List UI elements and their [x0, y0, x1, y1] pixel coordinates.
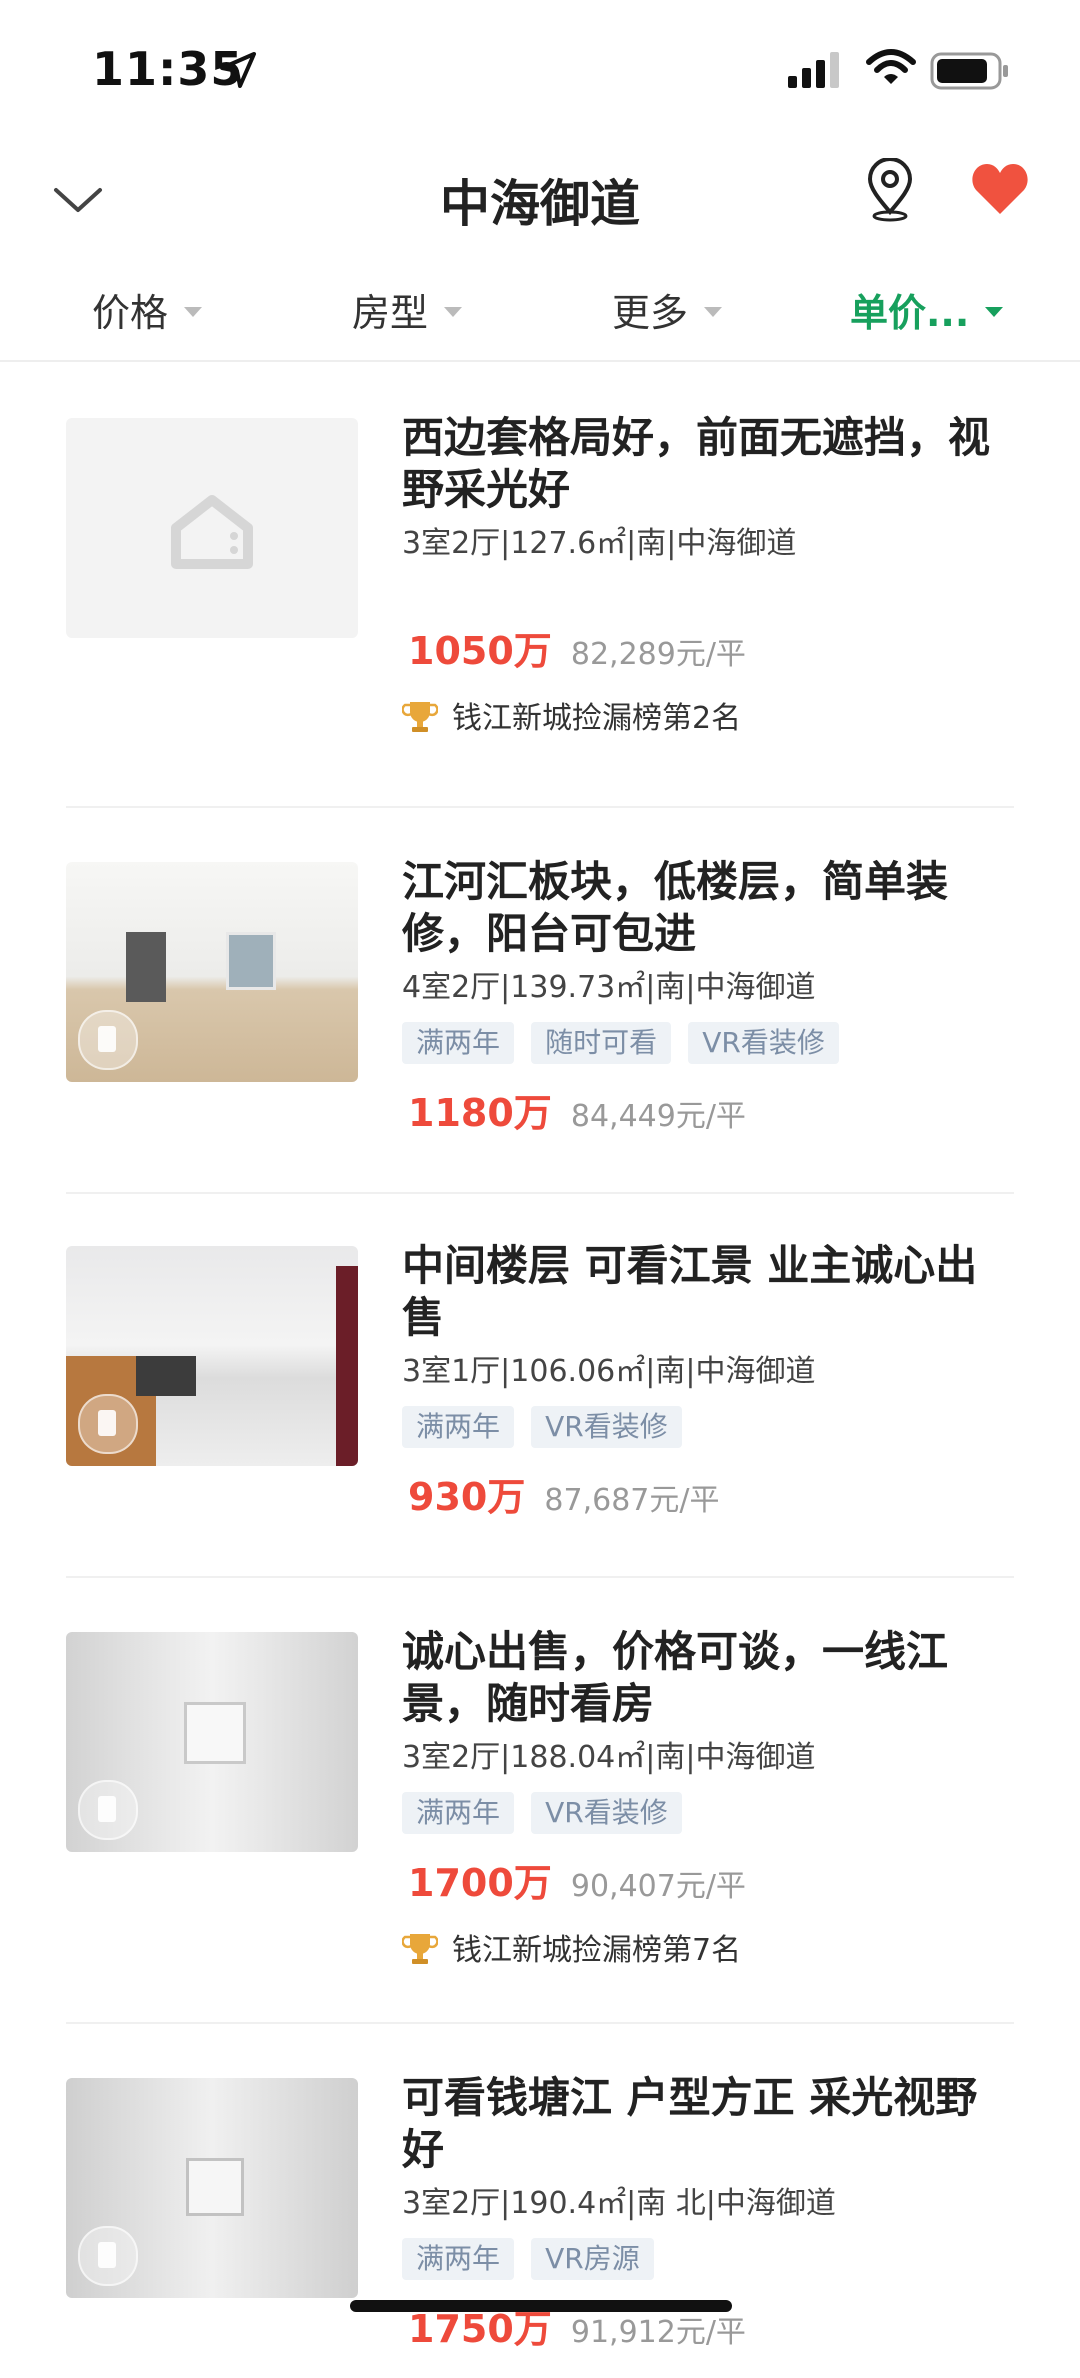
- tag: VR房源: [531, 2238, 654, 2280]
- ranking-badge[interactable]: 钱江新城捡漏榜第2名: [402, 693, 1014, 738]
- dropdown-caret-icon: [444, 306, 463, 317]
- listing-unit-price: 84,449元/平: [570, 1099, 746, 1134]
- listing-price: 1180万: [408, 1091, 552, 1135]
- tag: VR看装修: [531, 1406, 682, 1448]
- listing-price: 1050万: [408, 629, 552, 673]
- tag: 满两年: [402, 1406, 515, 1448]
- filter-label: 房型: [352, 291, 429, 335]
- favorite-heart-icon[interactable]: [970, 162, 1030, 220]
- listing-price: 930万: [408, 1475, 526, 1519]
- filter-price[interactable]: 价格: [92, 282, 203, 337]
- listing-price: 1700万: [408, 1861, 552, 1905]
- photo-window: [184, 1702, 246, 1764]
- listing-title: 中间楼层 可看江景 业主诚心出售: [402, 1241, 978, 1342]
- listing-title: 可看钱塘江 户型方正 采光视野好: [402, 2073, 978, 2174]
- photo-doorway: [126, 932, 166, 1002]
- vr-badge-icon: [78, 1394, 138, 1454]
- listing-card[interactable]: 西边套格局好，前面无遮挡，视野采光好 3室2厅|127.6㎡|南|中海御道 10…: [66, 413, 1014, 808]
- ranking-badge[interactable]: 钱江新城捡漏榜第7名: [402, 1925, 1014, 1970]
- listing-card[interactable]: 江河汇板块，低楼层，简单装修，阳台可包进 4室2厅|139.73㎡|南|中海御道…: [66, 857, 1014, 1194]
- listing-unit-price: 82,289元/平: [570, 637, 746, 672]
- vr-badge-icon: [78, 1010, 138, 1070]
- filter-bar: 价格 房型 更多 单价...: [0, 262, 1080, 362]
- listing-meta: 3室1厅|106.06㎡|南|中海御道: [402, 1354, 816, 1389]
- battery-icon: [930, 52, 1010, 94]
- filter-unit-price[interactable]: 单价...: [850, 282, 1004, 337]
- tag: VR看装修: [531, 1792, 682, 1834]
- location-arrow-icon: [218, 50, 258, 94]
- ranking-text: 钱江新城捡漏榜第7名: [452, 1933, 742, 1968]
- tag: 随时可看: [531, 1022, 672, 1064]
- status-bar: 11:35: [0, 0, 1080, 140]
- listing-title: 西边套格局好，前面无遮挡，视野采光好: [402, 413, 991, 514]
- house-placeholder-icon: [171, 495, 253, 569]
- listing-meta: 3室2厅|188.04㎡|南|中海御道: [402, 1740, 816, 1775]
- listing-unit-price: 90,407元/平: [570, 1869, 746, 1904]
- dropdown-caret-icon: [184, 306, 203, 317]
- listing-tags: 满两年 VR房源: [402, 2238, 1014, 2280]
- listing-tags: 满两年 VR看装修: [402, 1792, 1014, 1834]
- home-indicator[interactable]: [350, 2300, 732, 2312]
- listing-unit-price: 91,912元/平: [570, 2315, 746, 2350]
- listing-meta: 4室2厅|139.73㎡|南|中海御道: [402, 970, 816, 1005]
- filter-layout[interactable]: 房型: [352, 282, 463, 337]
- listing-card[interactable]: 中间楼层 可看江景 业主诚心出售 3室1厅|106.06㎡|南|中海御道 满两年…: [66, 1241, 1014, 1578]
- listing-photo: [66, 2078, 358, 2298]
- cellular-signal-icon: [786, 52, 846, 92]
- photo-door: [336, 1266, 358, 1466]
- vr-badge-icon: [78, 1780, 138, 1840]
- listing-photo: [66, 1632, 358, 1852]
- photo-window: [226, 932, 276, 990]
- listing-meta: 3室2厅|127.6㎡|南|中海御道: [402, 526, 797, 561]
- listing-meta: 3室2厅|190.4㎡|南 北|中海御道: [402, 2186, 836, 2221]
- listing-photo: [66, 1246, 358, 1466]
- listing-unit-price: 87,687元/平: [544, 1483, 720, 1518]
- wifi-icon: [866, 48, 916, 92]
- ranking-text: 钱江新城捡漏榜第2名: [452, 701, 742, 736]
- listing-photo: [66, 862, 358, 1082]
- photo-piano: [136, 1356, 196, 1396]
- tag: 满两年: [402, 2238, 515, 2280]
- listing-price: 1750万: [408, 2307, 552, 2351]
- listing-photo-placeholder: [66, 418, 358, 638]
- dropdown-caret-icon: [985, 306, 1004, 317]
- dropdown-caret-icon: [704, 306, 723, 317]
- trophy-icon: [402, 701, 438, 732]
- filter-label: 价格: [92, 291, 169, 335]
- tag: 满两年: [402, 1792, 515, 1834]
- filter-label: 更多: [612, 291, 689, 335]
- listing-tags: 满两年 随时可看 VR看装修: [402, 1022, 1014, 1064]
- listing-title: 江河汇板块，低楼层，简单装修，阳台可包进: [402, 857, 949, 958]
- vr-badge-icon: [78, 2226, 138, 2286]
- listing-title: 诚心出售，价格可谈，一线江景，随时看房: [402, 1627, 949, 1728]
- page-title: 中海御道: [440, 175, 640, 233]
- tag: 满两年: [402, 1022, 515, 1064]
- listing-card[interactable]: 可看钱塘江 户型方正 采光视野好 3室2厅|190.4㎡|南 北|中海御道 满两…: [66, 2073, 1014, 2378]
- photo-window: [186, 2158, 244, 2216]
- trophy-icon: [402, 1933, 438, 1964]
- nav-bar: 中海御道: [0, 140, 1080, 260]
- tag: VR看装修: [688, 1022, 839, 1064]
- listing-tags: 满两年 VR看装修: [402, 1406, 1014, 1448]
- listing-card[interactable]: 诚心出售，价格可谈，一线江景，随时看房 3室2厅|188.04㎡|南|中海御道 …: [66, 1627, 1014, 2024]
- map-pin-icon[interactable]: [862, 157, 918, 226]
- filter-label: 单价...: [850, 291, 970, 335]
- filter-more[interactable]: 更多: [612, 282, 723, 337]
